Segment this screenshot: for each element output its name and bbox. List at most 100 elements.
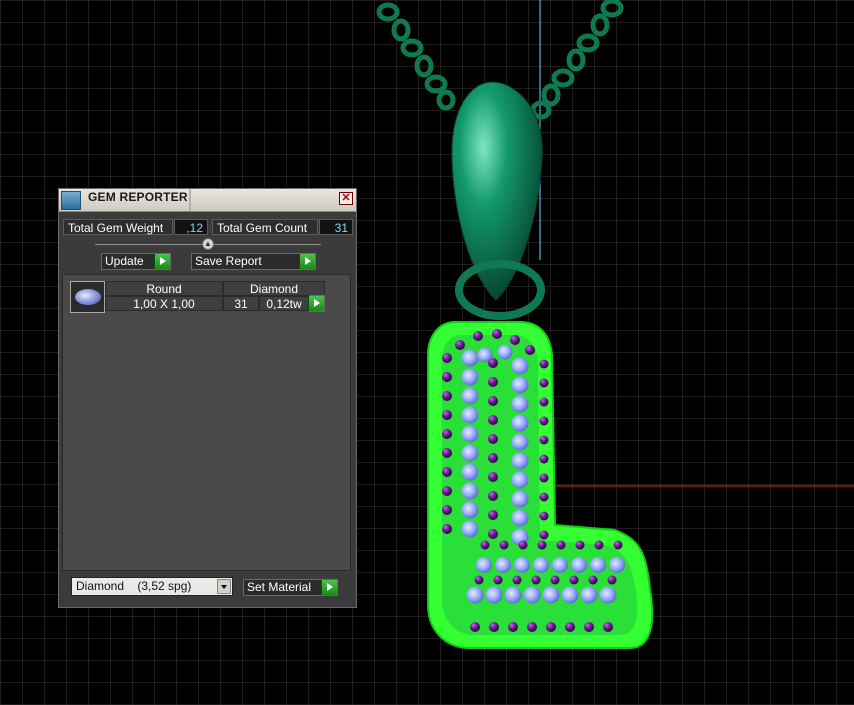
play-arrow-icon xyxy=(299,254,315,269)
blue-gem xyxy=(511,452,529,470)
material-select[interactable]: Diamond (3,52 spg) xyxy=(71,577,233,596)
blue-gem xyxy=(485,586,503,604)
panel-titlebar[interactable]: GEM REPORTER ✕ xyxy=(59,189,356,212)
purple-prong xyxy=(442,372,452,382)
blue-gem xyxy=(511,509,529,527)
purple-prong xyxy=(488,472,498,482)
blue-gem xyxy=(461,482,479,500)
gem-count-cell: 31 xyxy=(223,296,259,311)
purple-prong xyxy=(508,622,518,632)
purple-prong xyxy=(588,575,598,585)
purple-prong xyxy=(539,511,549,521)
purple-prong xyxy=(442,391,452,401)
purple-prong xyxy=(584,622,594,632)
blue-gem xyxy=(511,414,529,432)
blue-gem xyxy=(497,344,513,360)
purple-prong xyxy=(546,622,556,632)
purple-prong xyxy=(518,540,528,550)
play-arrow-icon xyxy=(321,580,337,595)
purple-prong xyxy=(488,510,498,520)
play-arrow-icon xyxy=(154,254,170,269)
purple-prong xyxy=(488,377,498,387)
panel-slider-handle[interactable]: ▲ xyxy=(202,238,214,250)
purple-prong xyxy=(488,415,498,425)
total-gem-count-value: 31 xyxy=(319,219,353,235)
save-report-button[interactable]: Save Report xyxy=(191,253,316,270)
purple-prong xyxy=(539,359,549,369)
purple-prong xyxy=(550,575,560,585)
panel-title: GEM REPORTER xyxy=(88,190,188,204)
purple-prong xyxy=(539,454,549,464)
round-gem-icon[interactable] xyxy=(70,281,105,313)
purple-prong xyxy=(539,416,549,426)
purple-prong xyxy=(442,467,452,477)
purple-prong xyxy=(442,524,452,534)
purple-prong xyxy=(489,622,499,632)
blue-gem xyxy=(476,557,492,573)
close-icon[interactable]: ✕ xyxy=(339,192,353,205)
purple-prong xyxy=(539,473,549,483)
blue-gem xyxy=(511,395,529,413)
gem-shape-header: Round xyxy=(105,281,223,296)
purple-prong xyxy=(539,492,549,502)
blue-gem xyxy=(461,368,479,386)
purple-prong xyxy=(539,530,549,540)
blue-gem xyxy=(461,501,479,519)
purple-prong xyxy=(455,340,465,350)
purple-prong xyxy=(488,434,498,444)
purple-prong xyxy=(594,540,604,550)
gem-reporter-logo-icon xyxy=(61,191,81,210)
purple-prong xyxy=(488,453,498,463)
purple-prong xyxy=(492,329,502,339)
gem-weight-cell: 0,12tw xyxy=(259,296,309,311)
purple-prong xyxy=(537,540,547,550)
purple-prong xyxy=(473,331,483,341)
chevron-down-icon[interactable] xyxy=(217,579,231,594)
save-report-button-label: Save Report xyxy=(195,254,262,268)
blue-gem xyxy=(533,557,549,573)
purple-prong xyxy=(493,575,503,585)
blue-gem xyxy=(466,586,484,604)
blue-gem xyxy=(461,387,479,405)
purple-prong xyxy=(442,486,452,496)
blue-gem xyxy=(609,557,625,573)
blue-gem xyxy=(461,349,479,367)
blue-gem xyxy=(461,444,479,462)
purple-prong xyxy=(531,575,541,585)
set-material-button-label: Set Material xyxy=(247,580,312,594)
purple-prong xyxy=(539,378,549,388)
blue-gem xyxy=(461,425,479,443)
blue-gem xyxy=(511,433,529,451)
purple-prong xyxy=(488,396,498,406)
purple-prong xyxy=(474,575,484,585)
purple-prong xyxy=(565,622,575,632)
purple-prong xyxy=(480,540,490,550)
purple-prong xyxy=(488,529,498,539)
blue-gem xyxy=(495,557,511,573)
gem-row-action-button[interactable] xyxy=(308,295,325,312)
set-material-button[interactable]: Set Material xyxy=(243,579,338,596)
gem-list[interactable]: Round Diamond 1,00 X 1,00 31 0,12tw xyxy=(62,274,351,571)
purple-prong xyxy=(575,540,585,550)
purple-prong xyxy=(442,353,452,363)
purple-prong xyxy=(569,575,579,585)
update-button-label: Update xyxy=(105,254,144,268)
purple-prong xyxy=(499,540,509,550)
total-gem-weight-label: Total Gem Weight xyxy=(63,219,173,235)
material-select-value: Diamond (3,52 spg) xyxy=(76,579,192,593)
purple-prong xyxy=(527,622,537,632)
blue-gem xyxy=(461,406,479,424)
purple-prong xyxy=(603,622,613,632)
gem-material-header: Diamond xyxy=(223,281,325,296)
blue-gem xyxy=(580,586,598,604)
blue-gem xyxy=(561,586,579,604)
purple-prong xyxy=(539,435,549,445)
purple-prong xyxy=(512,575,522,585)
blue-gem xyxy=(511,357,529,375)
gem-size-cell: 1,00 X 1,00 xyxy=(105,296,223,311)
total-gem-count-label: Total Gem Count xyxy=(212,219,318,235)
titlebar-divider xyxy=(189,189,191,211)
update-button[interactable]: Update xyxy=(101,253,171,270)
blue-gem xyxy=(511,490,529,508)
gem-reporter-panel: GEM REPORTER ✕ Total Gem Weight ,12 Tota… xyxy=(58,188,357,608)
